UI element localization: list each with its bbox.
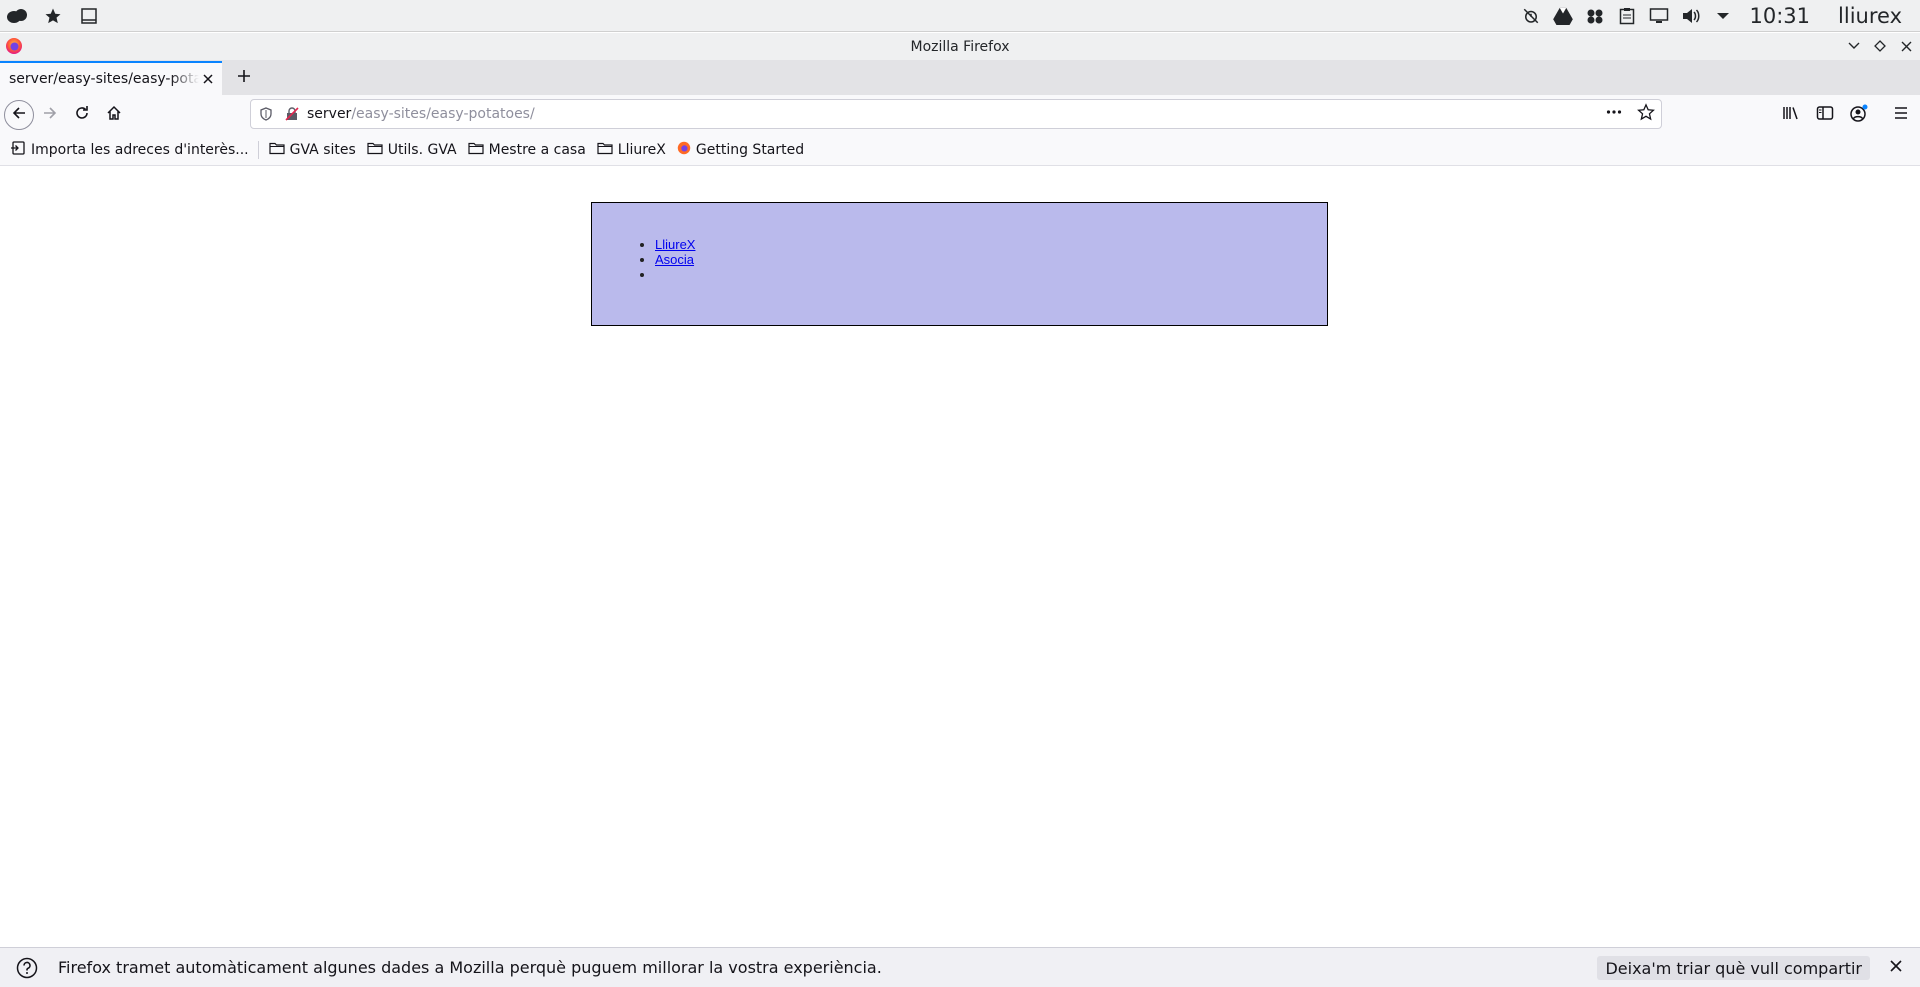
network-cluster-icon[interactable] [1584, 5, 1606, 27]
favorites-star-icon[interactable] [42, 5, 64, 27]
page-actions-icon[interactable] [1605, 103, 1623, 125]
user-name[interactable]: lliurex [1838, 4, 1902, 28]
menu-list: LliureX Asocia [655, 237, 695, 282]
app-menu-button[interactable] [1886, 99, 1916, 131]
close-icon [1890, 960, 1902, 976]
bookmarks-separator [257, 140, 259, 159]
window-icon[interactable] [78, 5, 100, 27]
nav-toolbar: server/easy-sites/easy-potatoes/ [0, 95, 1920, 134]
volume-icon[interactable] [1680, 5, 1702, 27]
forward-button[interactable] [34, 99, 66, 131]
minimize-icon[interactable] [1846, 37, 1862, 55]
bookmark-folder-lliurex[interactable]: LliureX [597, 141, 666, 159]
display-icon[interactable] [1648, 5, 1670, 27]
google-drive-icon[interactable] [1552, 5, 1574, 27]
url-path: /easy-sites/easy-potatoes/ [351, 106, 535, 122]
list-item: Asocia [655, 252, 695, 267]
system-tray: 10:31 lliurex [1520, 4, 1920, 28]
library-icon [1782, 105, 1800, 125]
sidebar-icon [1816, 105, 1834, 125]
bookmarks-toolbar: Importa les adreces d'interès... GVA sit… [0, 134, 1920, 166]
clipboard-icon[interactable] [1616, 5, 1638, 27]
home-button[interactable] [98, 99, 130, 131]
folder-icon [367, 141, 383, 159]
menu-box: LliureX Asocia [591, 202, 1328, 326]
help-circle-icon [16, 957, 38, 979]
bookmark-getting-started[interactable]: Getting Started [677, 141, 804, 159]
app-launcher-icon[interactable] [6, 5, 28, 27]
folder-icon [468, 141, 484, 159]
page-content: LliureX Asocia [0, 167, 1920, 947]
sidebar-button[interactable] [1810, 99, 1840, 131]
window-titlebar[interactable]: Mozilla Firefox [0, 33, 1920, 60]
tracking-protection-shield-icon[interactable] [259, 107, 273, 121]
notification-text: Firefox tramet automàticament algunes da… [58, 958, 882, 977]
reload-icon [74, 105, 90, 125]
system-panel-left [0, 5, 100, 27]
bookmark-label: Mestre a casa [488, 141, 586, 158]
bookmark-label: Getting Started [695, 141, 805, 158]
folder-icon [269, 141, 285, 159]
link-asocia[interactable]: Asocia [655, 252, 694, 267]
url-actions [1605, 103, 1655, 125]
bookmark-label: GVA sites [289, 141, 356, 158]
choose-data-button[interactable]: Deixa'm triar què vull compartir [1597, 956, 1870, 980]
insecure-connection-icon[interactable] [285, 107, 299, 121]
bookmark-label: LliureX [617, 141, 666, 158]
list-item: LliureX [655, 237, 695, 252]
back-arrow-icon [11, 105, 27, 125]
bookmark-label: Utils. GVA [387, 141, 457, 158]
firefox-favicon-icon [677, 141, 691, 159]
url-bar[interactable]: server/easy-sites/easy-potatoes/ [250, 99, 1662, 129]
close-window-icon[interactable] [1898, 37, 1914, 55]
hamburger-menu-icon [1893, 106, 1909, 124]
tray-expand-icon[interactable] [1712, 5, 1734, 27]
window-title: Mozilla Firefox [910, 38, 1010, 55]
list-item-empty [655, 267, 695, 282]
back-button[interactable] [4, 99, 34, 130]
url-host: server [307, 106, 352, 122]
bookmark-import[interactable]: Importa les adreces d'interès... [10, 140, 249, 160]
bookmark-star-icon[interactable] [1637, 103, 1655, 125]
notification-close-button[interactable] [1886, 958, 1906, 978]
forward-arrow-icon [42, 105, 58, 125]
account-icon [1849, 103, 1869, 127]
tab-active[interactable]: server/easy-sites/easy-potatoes/ [0, 61, 222, 95]
tab-title: server/easy-sites/easy-potatoes/ [9, 71, 199, 87]
folder-icon [597, 141, 613, 159]
data-reporting-notification: Firefox tramet automàticament algunes da… [0, 947, 1920, 987]
new-tab-button[interactable] [226, 61, 262, 95]
link-lliurex[interactable]: LliureX [655, 237, 695, 252]
bookmark-folder-gva-sites[interactable]: GVA sites [269, 141, 356, 159]
tab-close-icon[interactable] [200, 71, 216, 87]
url-text: server/easy-sites/easy-potatoes/ [307, 106, 535, 122]
account-button[interactable] [1844, 99, 1874, 131]
bookmark-folder-utils-gva[interactable]: Utils. GVA [367, 141, 457, 159]
window-controls [1846, 37, 1914, 55]
library-button[interactable] [1776, 99, 1806, 131]
tab-strip: server/easy-sites/easy-potatoes/ [0, 60, 1920, 95]
plus-icon [237, 69, 251, 87]
toolbar-right [1776, 99, 1920, 131]
alarm-off-icon[interactable] [1520, 5, 1542, 27]
reload-button[interactable] [66, 99, 98, 131]
bookmark-folder-mestre-a-casa[interactable]: Mestre a casa [468, 141, 586, 159]
import-icon [10, 140, 26, 160]
clock[interactable]: 10:31 [1750, 4, 1811, 28]
system-panel: 10:31 lliurex [0, 0, 1920, 32]
firefox-logo-icon [5, 37, 23, 59]
home-icon [106, 105, 122, 125]
bookmark-import-label: Importa les adreces d'interès... [31, 141, 249, 158]
maximize-icon[interactable] [1872, 37, 1888, 55]
